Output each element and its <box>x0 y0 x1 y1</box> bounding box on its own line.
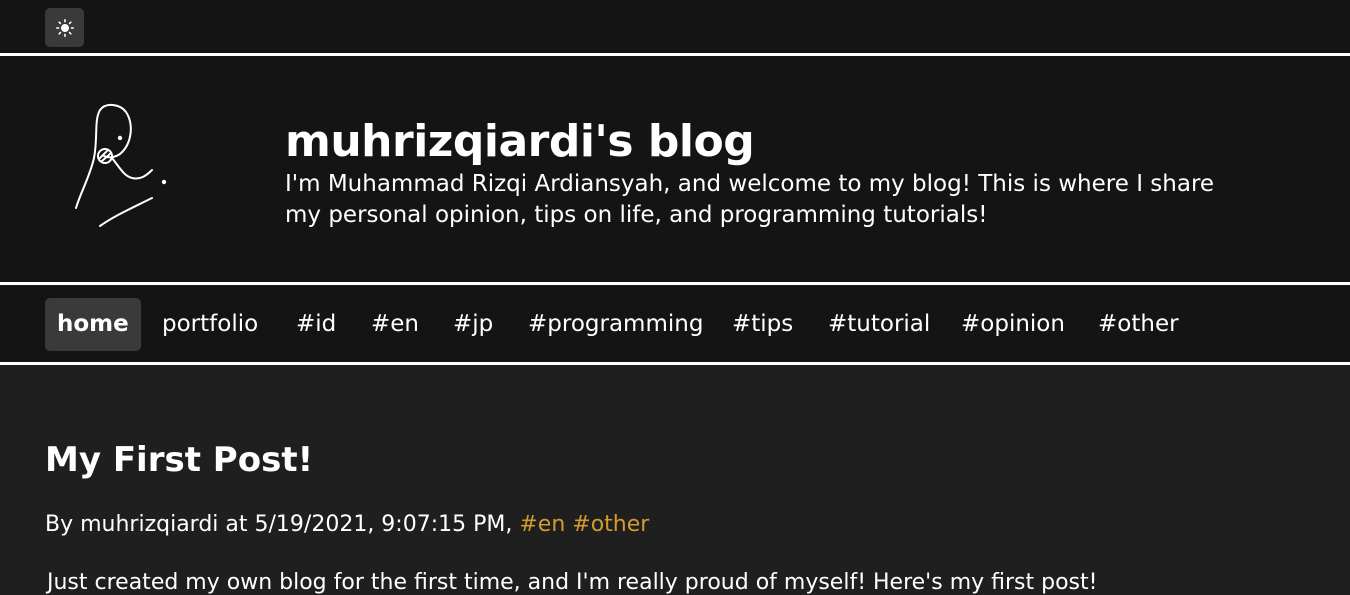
post-tag-en[interactable]: #en <box>519 512 565 537</box>
blog-description: I'm Muhammad Rizqi Ardiansyah, and welco… <box>285 171 1215 228</box>
nav-item-portfolio[interactable]: portfolio <box>162 298 258 351</box>
signature-logo <box>75 104 167 227</box>
post-author-date: By muhrizqiardi at 5/19/2021, 9:07:15 PM… <box>45 512 513 537</box>
site-header: muhrizqiardi's blog I'm Muhammad Rizqi A… <box>0 56 1350 282</box>
nav-item-other[interactable]: #other <box>1098 298 1179 351</box>
post-title[interactable]: My First Post! <box>45 440 313 480</box>
post-excerpt: Just created my own blog for the first t… <box>47 570 1098 595</box>
post-tag-other[interactable]: #other <box>572 512 649 537</box>
nav-item-tips[interactable]: #tips <box>732 298 793 351</box>
blog-title[interactable]: muhrizqiardi's blog <box>285 116 755 167</box>
divider <box>0 282 1350 285</box>
nav-item-jp[interactable]: #jp <box>453 298 493 351</box>
sun-icon <box>55 18 74 37</box>
nav-item-id[interactable]: #id <box>296 298 336 351</box>
category-nav: home portfolio #id #en #jp #programming … <box>0 286 1350 362</box>
post-meta: By muhrizqiardi at 5/19/2021, 9:07:15 PM… <box>45 512 649 537</box>
nav-item-home[interactable]: home <box>45 298 141 351</box>
divider <box>0 362 1350 365</box>
nav-item-en[interactable]: #en <box>371 298 419 351</box>
nav-item-programming[interactable]: #programming <box>528 298 703 351</box>
nav-item-tutorial[interactable]: #tutorial <box>828 298 930 351</box>
nav-item-opinion[interactable]: #opinion <box>961 298 1065 351</box>
theme-toggle-button[interactable] <box>45 8 84 47</box>
top-bar <box>0 0 1350 53</box>
